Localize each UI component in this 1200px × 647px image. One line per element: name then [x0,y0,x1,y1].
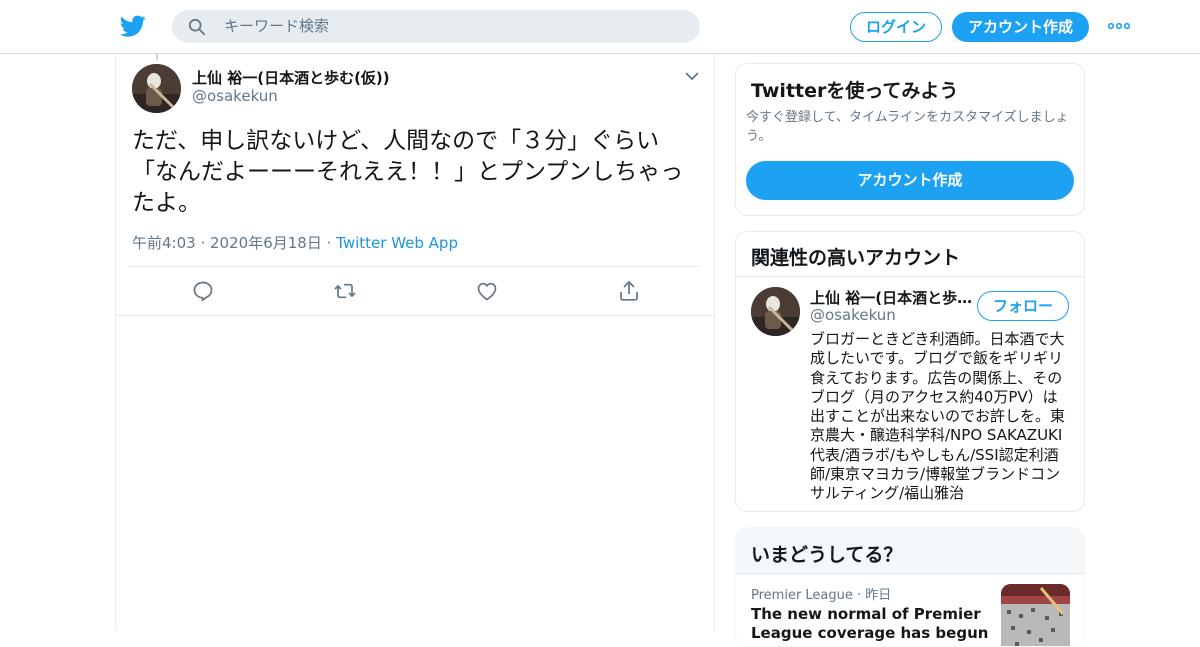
meta-separator: · [200,234,211,252]
trend-meta: Premier League · 昨日 [751,584,891,603]
thread-connector [156,54,158,60]
avatar[interactable] [751,287,800,336]
top-bar: キーワード検索 ログイン アカウント作成 [0,0,1200,54]
related-account-name[interactable]: 上仙 裕一(日本酒と歩む(仮)) [810,287,975,308]
related-accounts-card: 関連性の高いアカウント 上仙 裕一(日本酒と歩む(仮)) @osakekun フ… [735,231,1085,512]
trend-thumbnail[interactable] [1001,584,1070,646]
card-title: Twitterを使ってみよう [751,80,959,102]
tweet-text: ただ、申し訳ないけど、人間なので「３分」ぐらい「なんだよーーーそれええ！！」とプ… [132,128,684,216]
trend-item[interactable]: Premier League · 昨日 The new normal of Pr… [736,574,1084,646]
search-icon [188,18,206,36]
trend-category: Premier League [751,588,853,603]
trend-headline[interactable]: The new normal of Premier League coverag… [751,605,991,643]
related-account-bio: ブロガーときどき利酒師。日本酒で大成したいです。ブログで飯をギリギリ食えておりま… [810,330,1066,503]
divider [129,266,700,267]
meta-separator: · [326,234,337,252]
signup-card: Twitterを使ってみよう 今すぐ登録して、タイムラインをカスタマイズしましょ… [735,63,1085,216]
related-account-handle[interactable]: @osakekun [810,306,896,324]
stadium-image-icon [1001,584,1070,646]
tweet-actions [116,279,716,305]
search-bar[interactable]: キーワード検索 [172,10,700,43]
tweet-source[interactable]: Twitter Web App [336,234,458,252]
author-handle[interactable]: @osakekun [192,87,278,105]
tweet-time[interactable]: 午前4:03 [132,234,196,252]
tweet-column: 上仙 裕一(日本酒と歩む(仮)) @osakekun ただ、申し訳ないけど、人間… [115,54,715,630]
tweet-metadata: 午前4:03 · 2020年6月18日 · Twitter Web App [132,232,458,253]
share-icon[interactable] [617,279,641,303]
card-title: いまどうしてる？ [751,544,903,566]
more-icon[interactable] [1108,22,1130,30]
signup-description: 今すぐ登録して、タイムラインをカスタマイズしましょう。 [746,110,1069,144]
card-title: 関連性の高いアカウント [751,247,961,269]
avatar-photo-icon [132,64,181,113]
signup-button[interactable]: アカウント作成 [952,12,1089,42]
retweet-icon[interactable] [333,279,357,303]
twitter-bird-icon[interactable] [120,13,146,39]
like-icon[interactable] [475,279,499,303]
tweet-date[interactable]: 2020年6月18日 [210,234,322,252]
author-name[interactable]: 上仙 裕一(日本酒と歩む(仮)) [192,67,390,88]
search-input[interactable]: キーワード検索 [224,10,329,43]
follow-button[interactable]: フォロー [977,291,1069,321]
trend-time: 昨日 [865,588,892,603]
avatar-photo-icon [751,287,800,336]
trends-card: いまどうしてる？ Premier League · 昨日 The new nor… [735,527,1085,647]
divider [736,276,1084,277]
chevron-down-icon[interactable] [684,70,700,82]
divider [116,315,714,316]
avatar[interactable] [132,64,181,113]
reply-icon[interactable] [191,279,215,303]
create-account-button[interactable]: アカウント作成 [746,161,1074,200]
login-button[interactable]: ログイン [850,12,942,42]
